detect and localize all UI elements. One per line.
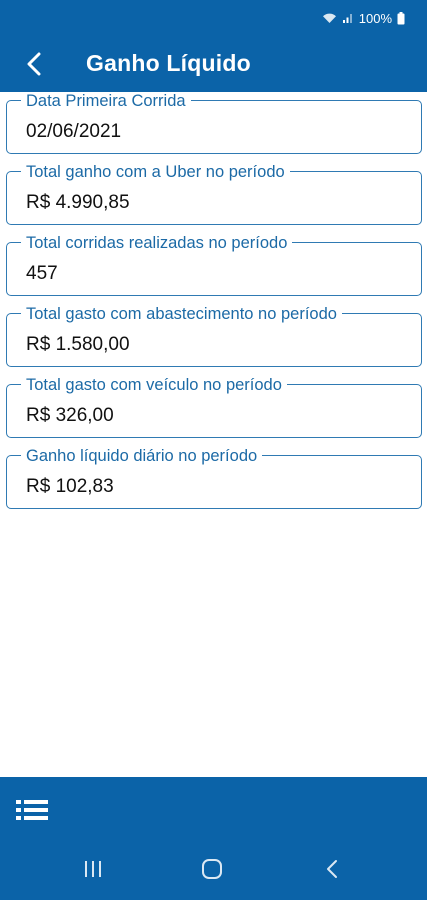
signal-icon xyxy=(342,14,352,23)
home-icon xyxy=(202,859,222,879)
field-value: 02/06/2021 xyxy=(26,121,122,142)
field-label: Ganho líquido diário no período xyxy=(21,447,263,465)
field-vehicle-spent[interactable]: Total gasto com veículo no período R$ 32… xyxy=(6,376,422,438)
list-button[interactable] xyxy=(14,797,54,825)
battery-text: 100% xyxy=(358,10,392,26)
battery-icon xyxy=(397,11,405,24)
recents-icon xyxy=(85,861,101,877)
field-label: Total ganho com a Uber no período xyxy=(21,163,290,181)
app-header: 100% Ganho Líquido xyxy=(0,0,427,92)
field-label: Total corridas realizadas no período xyxy=(21,234,293,252)
field-label: Total gasto com abastecimento no período xyxy=(21,305,342,323)
field-value: R$ 4.990,85 xyxy=(26,192,130,213)
status-bar: 100% xyxy=(322,9,405,27)
list-icon xyxy=(16,800,48,820)
field-label: Total gasto com veículo no período xyxy=(21,376,287,394)
fields-list: Data Primeira Corrida 02/06/2021 Total g… xyxy=(6,92,422,526)
field-value: 457 xyxy=(26,263,58,284)
page-title: Ganho Líquido xyxy=(86,50,251,76)
field-value: R$ 102,83 xyxy=(26,476,114,497)
arrow-back-icon xyxy=(27,52,41,76)
field-total-earned[interactable]: Total ganho com a Uber no período R$ 4.9… xyxy=(6,163,422,225)
bottom-bar xyxy=(0,777,427,900)
back-button[interactable] xyxy=(18,48,50,80)
nav-back-button[interactable] xyxy=(312,857,352,881)
field-value: R$ 326,00 xyxy=(26,405,114,426)
nav-back-icon xyxy=(327,860,337,878)
nav-home-button[interactable] xyxy=(192,857,232,881)
field-daily-net-earnings[interactable]: Ganho líquido diário no período R$ 102,8… xyxy=(6,447,422,509)
field-total-rides[interactable]: Total corridas realizadas no período 457 xyxy=(6,234,422,296)
field-fuel-spent[interactable]: Total gasto com abastecimento no período… xyxy=(6,305,422,367)
nav-recents-button[interactable] xyxy=(73,857,113,881)
field-value: R$ 1.580,00 xyxy=(26,334,130,355)
field-first-ride-date[interactable]: Data Primeira Corrida 02/06/2021 xyxy=(6,92,422,154)
wifi-icon xyxy=(322,13,336,23)
field-label: Data Primeira Corrida xyxy=(21,92,191,110)
